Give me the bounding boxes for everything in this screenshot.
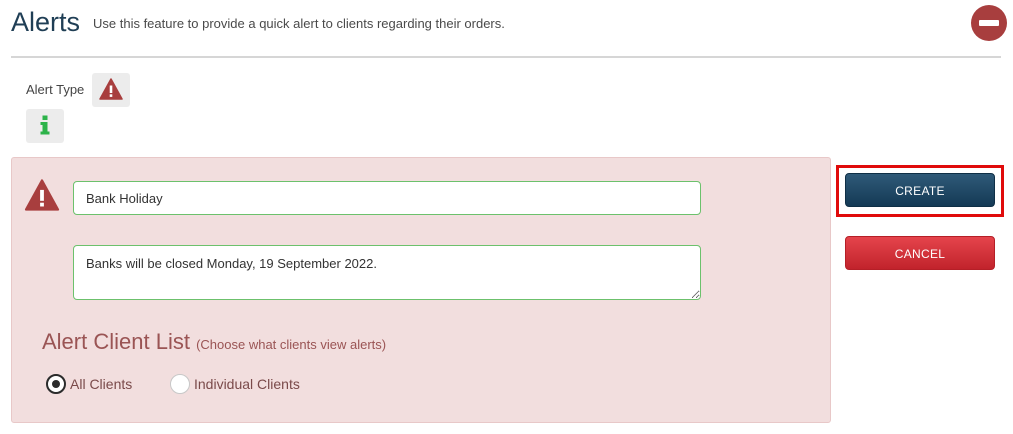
page-subtitle: Use this feature to provide a quick aler… (93, 16, 505, 31)
minus-circle-icon[interactable] (971, 5, 1007, 41)
page-header: Alerts Use this feature to provide a qui… (11, 4, 1007, 58)
alert-form-panel: Banks will be closed Monday, 19 Septembe… (11, 157, 831, 423)
page-title: Alerts (11, 7, 81, 37)
warning-icon (99, 78, 123, 100)
alert-message-input[interactable]: Banks will be closed Monday, 19 Septembe… (73, 245, 701, 300)
all-clients-label: All Clients (70, 376, 133, 392)
client-list-heading: Alert Client List (Choose what clients v… (42, 328, 386, 359)
alert-type-warning-button[interactable] (92, 73, 130, 107)
radio-unchecked-icon[interactable] (170, 374, 190, 394)
radio-checked-icon[interactable] (46, 374, 66, 394)
cancel-button[interactable]: CANCEL (845, 236, 995, 270)
all-clients-radio[interactable]: All Clients (46, 373, 132, 395)
individual-clients-radio[interactable]: Individual Clients (170, 373, 300, 395)
info-icon (40, 115, 50, 135)
alert-title-input[interactable] (73, 181, 701, 215)
alert-type-label: Alert Type (26, 82, 85, 97)
individual-clients-label: Individual Clients (194, 376, 300, 392)
create-button[interactable]: CREATE (845, 173, 995, 207)
warning-icon (24, 179, 60, 211)
client-list-title: Alert Client List (42, 329, 190, 354)
alert-type-info-button[interactable] (26, 109, 64, 143)
client-list-subtitle: (Choose what clients view alerts) (196, 337, 387, 352)
